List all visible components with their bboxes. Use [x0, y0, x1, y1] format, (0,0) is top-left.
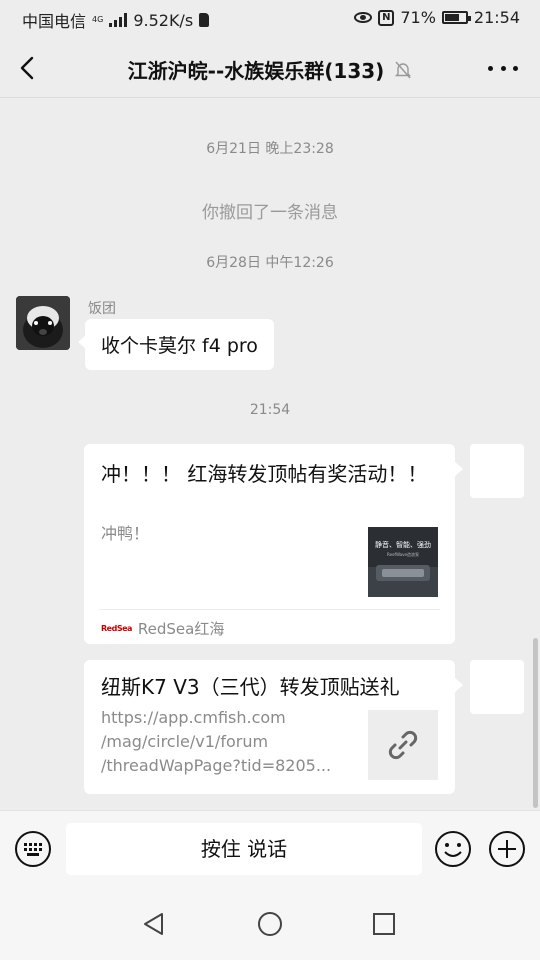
chat-title-wrap: 江浙沪皖--水族娱乐群(133): [0, 55, 540, 85]
card-source-label: RedSea红海: [137, 620, 225, 638]
circle-home-icon: [258, 912, 282, 936]
sd-card-icon: [199, 13, 210, 27]
nav-back-button[interactable]: [138, 908, 170, 940]
card-title: 纽斯K7 V3（三代）转发顶贴送礼: [101, 675, 400, 699]
signal-icon: [109, 13, 128, 27]
my-avatar[interactable]: [470, 444, 524, 498]
status-bar: 中国电信 4G 9.52K/s N 71% 21:54: [0, 0, 540, 38]
redsea-logo-icon: RedSea: [101, 624, 132, 633]
card-url-line: https://app.cmfish.com: [101, 708, 286, 727]
card-link-thumbnail: [368, 710, 438, 780]
chat-title: 江浙沪皖--水族娱乐群(133): [127, 59, 385, 83]
avatar[interactable]: [16, 296, 70, 350]
network-speed-label: 9.52K/s: [133, 10, 194, 30]
card-source: RedSea RedSea红海: [101, 618, 224, 639]
timestamp: 6月21日 晚上23:28: [206, 141, 334, 157]
nav-recents-button[interactable]: [368, 908, 400, 940]
more-dots-icon: [488, 65, 493, 71]
link-icon: [388, 730, 418, 760]
network-type-label: 4G: [92, 15, 104, 24]
card-description: 冲鸭！: [101, 524, 150, 543]
card-thumbnail: 静音、智能、强劲 ReefWave造浪泵: [368, 527, 438, 597]
scrollbar[interactable]: [533, 638, 538, 808]
carrier-label: 中国电信: [22, 12, 87, 31]
hold-to-talk-button[interactable]: 按住 说话: [66, 823, 422, 875]
system-message: 你撤回了一条消息: [202, 203, 338, 223]
bell-muted-icon: [394, 60, 412, 85]
emoji-icon: [435, 831, 471, 867]
emoji-button[interactable]: [434, 830, 472, 868]
system-nav-bar: [0, 888, 540, 960]
sender-name: 饭团: [88, 301, 116, 317]
square-recents-icon: [373, 913, 395, 935]
shared-link-card[interactable]: 纽斯K7 V3（三代）转发顶贴送礼 https://app.cmfish.com…: [84, 660, 463, 794]
shared-article-card[interactable]: 冲！！！ 红海转发顶帖有奖活动！！ 冲鸭！ 静音、智能、强劲 ReefWave造…: [84, 444, 463, 644]
plus-circle-icon: [489, 831, 525, 867]
more-actions-button[interactable]: [488, 830, 526, 868]
my-avatar[interactable]: [470, 660, 524, 714]
card-thumbnail-text: 静音、智能、强劲: [375, 540, 431, 549]
keyboard-button[interactable]: [14, 830, 52, 868]
input-bar: 按住 说话: [0, 810, 540, 888]
timestamp: 6月28日 中午12:26: [206, 255, 334, 271]
triangle-back-icon: [144, 913, 163, 935]
incoming-message-bubble[interactable]: 收个卡莫尔 f4 pro: [78, 319, 274, 370]
battery-icon: [441, 11, 471, 24]
chat-header: 江浙沪皖--水族娱乐群(133): [0, 38, 540, 98]
avatar-image: [16, 296, 70, 350]
keyboard-icon: [15, 831, 51, 867]
nfc-icon: N: [378, 9, 395, 26]
card-divider: [99, 609, 440, 610]
eye-icon: [354, 12, 373, 23]
card-title: 冲！！！ 红海转发顶帖有奖活动！！: [101, 462, 428, 486]
card-url-line: /threadWapPage?tid=8205...: [101, 756, 332, 775]
nav-home-button[interactable]: [254, 908, 286, 940]
card-url-line: /mag/circle/v1/forum: [101, 732, 269, 751]
clock-label: 21:54: [473, 8, 520, 27]
battery-percent-label: 71%: [400, 8, 436, 27]
timestamp: 21:54: [249, 402, 291, 418]
more-button[interactable]: [488, 58, 518, 78]
chat-area[interactable]: 6月21日 晚上23:28 你撤回了一条消息 6月28日 中午12:26 饭团 …: [0, 98, 540, 810]
card-thumbnail-subtext: ReefWave造浪泵: [387, 551, 419, 557]
